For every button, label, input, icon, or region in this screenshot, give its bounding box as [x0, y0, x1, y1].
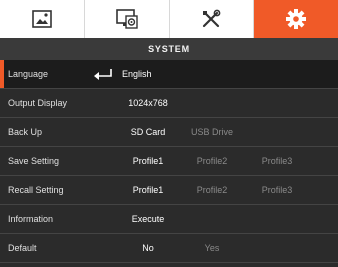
back-up-label: Back Up	[8, 127, 43, 137]
settings-list: Language English Output Display 1024x768…	[0, 60, 338, 263]
row-recall-setting[interactable]: Recall Setting Profile1 Profile2 Profile…	[0, 176, 338, 205]
tab-system[interactable]	[254, 0, 338, 38]
tools-icon	[203, 9, 221, 28]
row-default[interactable]: Default No Yes	[0, 234, 338, 263]
recall-setting-label: Recall Setting	[8, 185, 64, 195]
information-execute-button[interactable]: Execute	[118, 205, 178, 233]
tab-display[interactable]	[85, 0, 170, 38]
recall-option-profile1[interactable]: Profile1	[118, 176, 178, 204]
row-back-up[interactable]: Back Up SD Card USB Drive	[0, 118, 338, 147]
back-up-option-sd-card[interactable]: SD Card	[118, 118, 178, 146]
save-option-profile2[interactable]: Profile2	[182, 147, 242, 175]
information-label: Information	[8, 214, 54, 224]
tab-picture[interactable]	[0, 0, 85, 38]
save-option-profile1[interactable]: Profile1	[118, 147, 178, 175]
recall-option-profile3[interactable]: Profile3	[247, 176, 307, 204]
row-save-setting[interactable]: Save Setting Profile1 Profile2 Profile3	[0, 147, 338, 176]
save-setting-label: Save Setting	[8, 156, 60, 166]
row-output-display[interactable]: Output Display 1024x768	[0, 89, 338, 118]
recall-option-profile2[interactable]: Profile2	[182, 176, 242, 204]
menu-tabs	[0, 0, 338, 38]
default-label: Default	[8, 243, 37, 253]
tab-tools[interactable]	[170, 0, 255, 38]
output-display-label: Output Display	[8, 98, 68, 108]
default-option-no[interactable]: No	[118, 234, 178, 262]
output-display-value[interactable]: 1024x768	[118, 89, 178, 117]
enter-icon	[94, 69, 112, 80]
default-option-yes[interactable]: Yes	[182, 234, 242, 262]
language-value[interactable]: English	[122, 60, 152, 88]
back-up-option-usb-drive[interactable]: USB Drive	[182, 118, 242, 146]
display-settings-icon	[115, 9, 138, 29]
row-language[interactable]: Language English	[0, 60, 338, 89]
save-option-profile3[interactable]: Profile3	[247, 147, 307, 175]
picture-icon	[32, 10, 52, 28]
gear-icon	[286, 9, 307, 29]
row-information[interactable]: Information Execute	[0, 205, 338, 234]
language-label: Language	[8, 69, 49, 79]
page-title: SYSTEM	[0, 38, 338, 60]
